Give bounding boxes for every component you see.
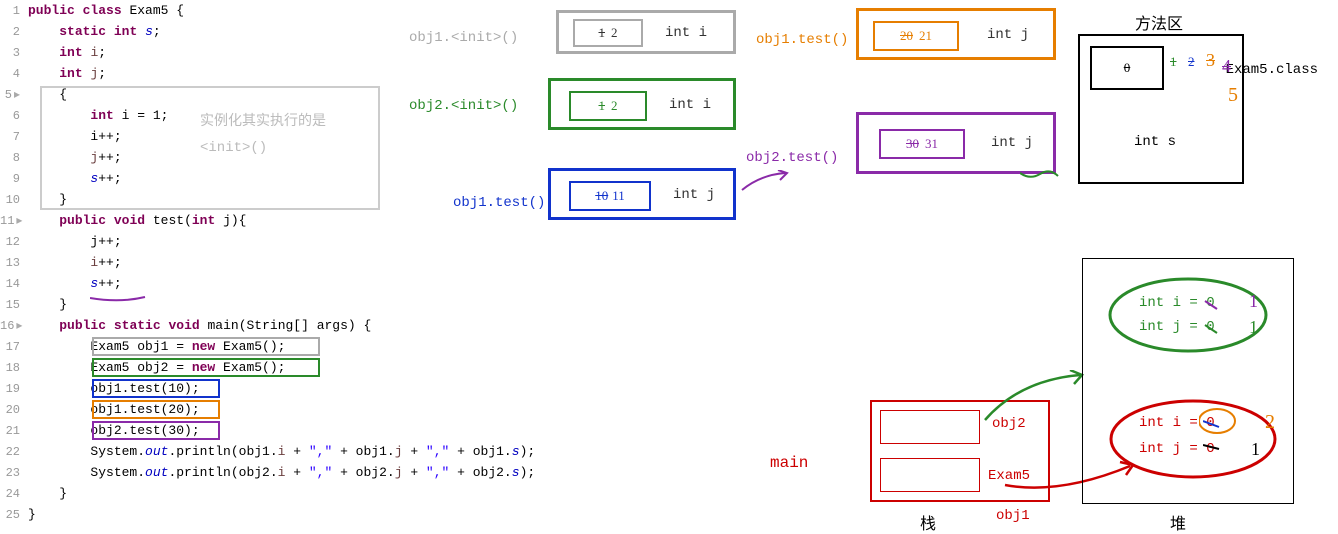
- heap-obj1-j-new: 1: [1251, 439, 1260, 460]
- obj1-init-call: obj1.<init>(): [409, 30, 518, 46]
- hl-line19: [92, 379, 220, 398]
- s1: 1: [1170, 54, 1177, 70]
- obj1-test10-var: int j: [673, 187, 715, 203]
- comment-line1: 实例化其实执行的是: [200, 110, 326, 130]
- hl-line18: [92, 358, 320, 377]
- s0: 0: [1124, 60, 1131, 76]
- stack-obj1: obj1: [996, 508, 1030, 524]
- comment-line2: <init>(): [200, 140, 267, 156]
- heap-title: 堆: [1170, 510, 1186, 534]
- heap-obj2-j-new: 1: [1249, 317, 1258, 338]
- s4: 4: [1222, 56, 1231, 77]
- obj1-test20-new: 21: [919, 28, 932, 44]
- obj1-test20-call: obj1.test(): [756, 32, 848, 48]
- obj1-test10-frame: 10 11 int j: [548, 168, 736, 220]
- obj1-init-old: 1: [599, 25, 606, 41]
- obj2-init-new: 2: [611, 98, 618, 114]
- obj2-init-call: obj2.<init>(): [409, 98, 518, 114]
- obj2-init-var: int i: [669, 97, 711, 113]
- obj1-test20-old: 20: [900, 28, 913, 44]
- hl-line20: [92, 400, 220, 419]
- stack-box: obj2 Exam5: [870, 400, 1050, 502]
- obj1-init-new: 2: [611, 25, 618, 41]
- s2: 2: [1188, 54, 1195, 70]
- hl-line21: [92, 421, 220, 440]
- int-s: int s: [1134, 134, 1176, 150]
- obj2-test30-call: obj2.test(): [746, 150, 838, 166]
- obj2-init-old: 1: [599, 98, 606, 114]
- obj2-test30-old: 30: [906, 136, 919, 152]
- heap-obj1-i: int i = 0: [1139, 415, 1215, 431]
- obj1-init-var: int i: [665, 25, 707, 41]
- stack-exam5: Exam5: [988, 468, 1030, 484]
- obj2-test30-var: int j: [991, 135, 1033, 151]
- heap-obj2-i: int i = 0: [1139, 295, 1215, 311]
- heap-box: int i = 0 int j = 0 1 1 int i = 0 int j …: [1082, 258, 1294, 504]
- heap-obj2-j: int j = 0: [1139, 319, 1215, 335]
- heap-obj2-i-new: 1: [1249, 291, 1258, 312]
- main-label: main: [770, 454, 808, 472]
- heap-obj1-j: int j = 0: [1139, 441, 1215, 457]
- heap-obj1-i-new: 2: [1265, 411, 1275, 434]
- obj1-init-frame: 1 2 int i: [556, 10, 736, 54]
- obj1-test20-frame: 20 21 int j: [856, 8, 1056, 60]
- obj2-init-frame: 1 2 int i: [548, 78, 736, 130]
- hl-line17: [92, 337, 320, 356]
- stack-obj2: obj2: [992, 416, 1026, 432]
- s5: 5: [1228, 84, 1238, 107]
- obj1-test20-var: int j: [987, 27, 1029, 43]
- class-label: Exam5.class: [1226, 62, 1318, 78]
- obj1-test10-new: 11: [612, 188, 625, 204]
- obj2-test30-new: 31: [925, 136, 938, 152]
- obj1-test10-old: 10: [595, 188, 608, 204]
- code-listing: 1public class Exam5 { 2 static int s; 3 …: [0, 0, 640, 525]
- s3: 3: [1206, 50, 1215, 71]
- method-area: Exam5.class 0 1 2 3 4 5 int s: [1078, 34, 1244, 184]
- stack-title: 栈: [920, 510, 936, 534]
- obj1-test10-call: obj1.test(): [453, 195, 545, 211]
- obj2-test30-frame: 30 31 int j: [856, 112, 1056, 174]
- method-area-title: 方法区: [1135, 10, 1183, 34]
